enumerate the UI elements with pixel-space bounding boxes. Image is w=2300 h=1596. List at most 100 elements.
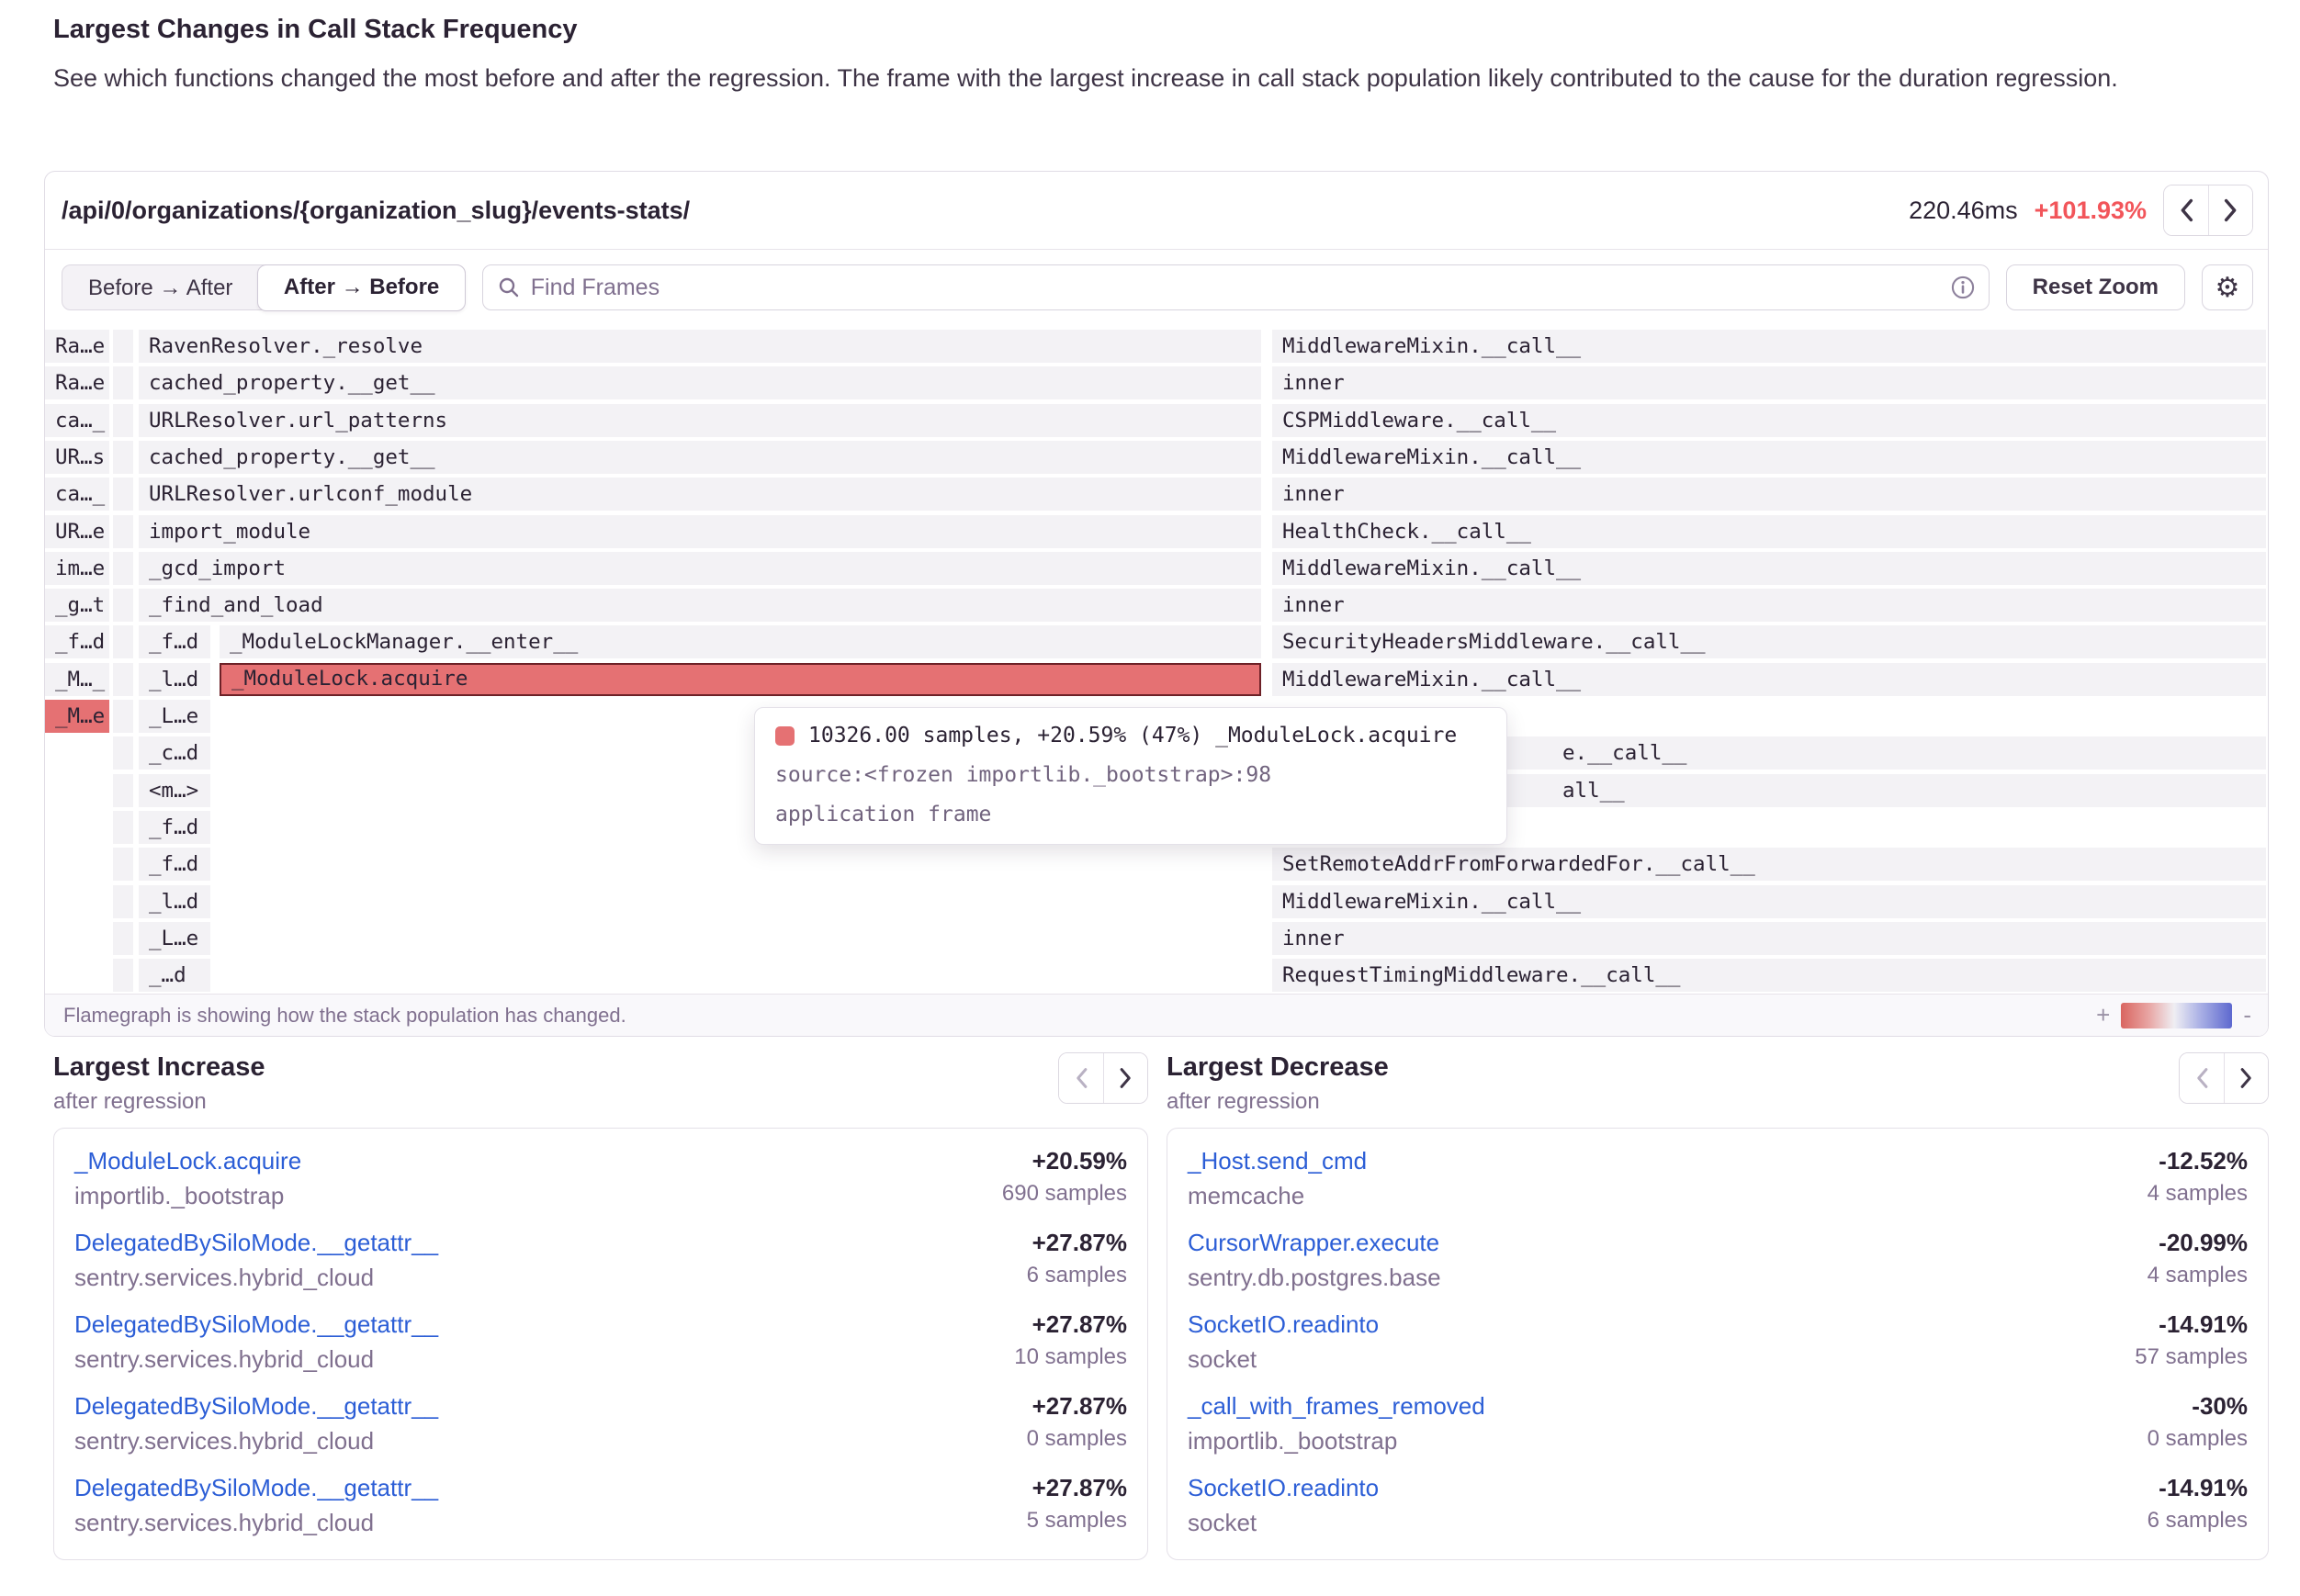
flame-frame-mid[interactable]: _f…d bbox=[139, 625, 210, 658]
flame-frame-left[interactable]: UR…s bbox=[45, 441, 109, 474]
flame-frame-main[interactable]: cached_property.__get__ bbox=[139, 441, 1261, 474]
decrease-previous-button[interactable] bbox=[2180, 1053, 2224, 1103]
toggle-before-after[interactable]: Before → After bbox=[62, 266, 258, 309]
flame-frame-middleware[interactable]: MiddlewareMixin.__call__ bbox=[1272, 552, 2266, 585]
flame-frame-middleware[interactable]: RequestTimingMiddleware.__call__ bbox=[1272, 959, 2266, 992]
flame-frame-narrow[interactable] bbox=[113, 663, 133, 696]
info-icon[interactable] bbox=[1950, 275, 1976, 300]
function-link[interactable]: _call_with_frames_removed bbox=[1188, 1390, 1485, 1422]
flame-frame-main[interactable]: _ModuleLockManager.__enter__ bbox=[220, 625, 1261, 658]
intro: Largest Changes in Call Stack Frequency … bbox=[53, 15, 2221, 97]
flame-frame-left[interactable]: ca…_ bbox=[45, 404, 109, 437]
flame-frame-narrow[interactable] bbox=[113, 848, 133, 881]
flame-frame-narrow[interactable] bbox=[113, 515, 133, 548]
flame-frame-narrow[interactable] bbox=[113, 478, 133, 511]
flame-frame-narrow[interactable] bbox=[113, 885, 133, 918]
flame-frame-narrow[interactable] bbox=[113, 774, 133, 807]
function-link[interactable]: SocketIO.readinto bbox=[1188, 1309, 1379, 1340]
module-label: sentry.services.hybrid_cloud bbox=[74, 1263, 374, 1293]
decrease-subtitle: after regression bbox=[1167, 1089, 1389, 1115]
function-link[interactable]: _ModuleLock.acquire bbox=[74, 1145, 301, 1176]
flame-frame-narrow[interactable] bbox=[113, 736, 133, 770]
flame-frame-middleware[interactable]: inner bbox=[1272, 478, 2266, 511]
flame-frame-middleware[interactable]: MiddlewareMixin.__call__ bbox=[1272, 330, 2266, 363]
legend-plus-label: + bbox=[2096, 1001, 2110, 1029]
flame-frame-narrow[interactable] bbox=[113, 552, 133, 585]
flame-frame-mid[interactable]: _L…e bbox=[139, 700, 210, 733]
flame-frame-narrow[interactable] bbox=[113, 589, 133, 622]
flame-frame-main[interactable]: URLResolver.urlconf_module bbox=[139, 478, 1261, 511]
search-input[interactable] bbox=[531, 275, 1950, 301]
flame-frame-mid[interactable]: _l…d bbox=[139, 885, 210, 918]
flame-frame-narrow[interactable] bbox=[113, 922, 133, 955]
flame-frame-main[interactable]: cached_property.__get__ bbox=[139, 366, 1261, 399]
increase-previous-button[interactable] bbox=[1059, 1053, 1103, 1103]
flame-frame-left[interactable]: _M…_ bbox=[45, 663, 109, 696]
flame-frame-narrow[interactable] bbox=[113, 441, 133, 474]
increase-next-button[interactable] bbox=[1103, 1053, 1147, 1103]
flame-frame-mid[interactable]: _L…e bbox=[139, 922, 210, 955]
function-link[interactable]: DelegatedBySiloMode.__getattr__ bbox=[74, 1227, 438, 1258]
function-link[interactable]: CursorWrapper.execute bbox=[1188, 1227, 1439, 1258]
flame-frame-narrow[interactable] bbox=[113, 404, 133, 437]
flame-frame-narrow[interactable] bbox=[113, 959, 133, 992]
flame-frame-narrow[interactable] bbox=[113, 625, 133, 658]
sample-count: 57 samples bbox=[2135, 1344, 2248, 1375]
flame-frame-narrow[interactable] bbox=[113, 700, 133, 733]
change-percent: +27.87% bbox=[1032, 1229, 1127, 1257]
flame-frame-left[interactable]: ca…_ bbox=[45, 478, 109, 511]
function-change-item: _Host.send_cmd-12.52%memcache4 samples bbox=[1188, 1145, 2248, 1211]
flame-frame-middleware[interactable]: CSPMiddleware.__call__ bbox=[1272, 404, 2266, 437]
flame-frame-mid[interactable]: <m…> bbox=[139, 774, 210, 807]
flame-frame-selected[interactable]: _ModuleLock.acquire bbox=[220, 663, 1261, 696]
flame-frame-middleware[interactable]: MiddlewareMixin.__call__ bbox=[1272, 441, 2266, 474]
flame-frame-mid[interactable]: _l…d bbox=[139, 663, 210, 696]
flame-frame-mid[interactable]: _…d bbox=[139, 959, 210, 992]
toggle-after-before[interactable]: After → Before bbox=[257, 264, 466, 311]
flame-frame-left[interactable]: _M…e bbox=[45, 700, 109, 733]
flame-frame-main[interactable]: RavenResolver._resolve bbox=[139, 330, 1261, 363]
module-label: memcache bbox=[1188, 1181, 1304, 1211]
flame-frame-left[interactable]: im…e bbox=[45, 552, 109, 585]
flame-frame-left[interactable]: _g…t bbox=[45, 589, 109, 622]
function-link[interactable]: _Host.send_cmd bbox=[1188, 1145, 1367, 1176]
function-link[interactable]: SocketIO.readinto bbox=[1188, 1472, 1379, 1503]
settings-button[interactable]: ⚙ bbox=[2202, 264, 2253, 310]
flame-frame-narrow[interactable] bbox=[113, 330, 133, 363]
function-link[interactable]: DelegatedBySiloMode.__getattr__ bbox=[74, 1390, 438, 1422]
flame-frame-narrow[interactable] bbox=[113, 366, 133, 399]
tooltip-source: source:<frozen importlib._bootstrap>:98 bbox=[775, 763, 1486, 787]
tooltip-frame-type: application frame bbox=[775, 803, 1486, 826]
flame-frame-main[interactable]: import_module bbox=[139, 515, 1261, 548]
flame-frame-middleware[interactable]: MiddlewareMixin.__call__ bbox=[1272, 885, 2266, 918]
flame-frame-mid[interactable]: _c…d bbox=[139, 736, 210, 770]
page: Largest Changes in Call Stack Frequency … bbox=[0, 0, 2300, 1596]
flame-frame-mid[interactable]: _f…d bbox=[139, 811, 210, 844]
change-percent: -14.91% bbox=[2159, 1474, 2248, 1502]
flame-frame-main[interactable]: _find_and_load bbox=[139, 589, 1261, 622]
find-frames-search[interactable] bbox=[482, 264, 1990, 310]
flame-frame-middleware[interactable]: HealthCheck.__call__ bbox=[1272, 515, 2266, 548]
previous-endpoint-button[interactable] bbox=[2164, 185, 2208, 235]
flame-frame-left[interactable]: UR…e bbox=[45, 515, 109, 548]
next-endpoint-button[interactable] bbox=[2208, 185, 2252, 235]
flame-frame-middleware[interactable]: MiddlewareMixin.__call__ bbox=[1272, 663, 2266, 696]
flame-frame-main[interactable]: _gcd_import bbox=[139, 552, 1261, 585]
flame-frame-middleware[interactable]: SecurityHeadersMiddleware.__call__ bbox=[1272, 625, 2266, 658]
flame-frame-middleware[interactable]: SetRemoteAddrFromForwardedFor.__call__ bbox=[1272, 848, 2266, 881]
module-label: sentry.db.postgres.base bbox=[1188, 1263, 1441, 1293]
flame-frame-middleware[interactable]: inner bbox=[1272, 589, 2266, 622]
function-link[interactable]: DelegatedBySiloMode.__getattr__ bbox=[74, 1309, 438, 1340]
decrease-next-button[interactable] bbox=[2224, 1053, 2268, 1103]
flame-frame-narrow[interactable] bbox=[113, 811, 133, 844]
flame-frame-left[interactable]: _f…d bbox=[45, 625, 109, 658]
flame-frame-left[interactable]: Ra…e bbox=[45, 330, 109, 363]
flame-frame-main[interactable]: URLResolver.url_patterns bbox=[139, 404, 1261, 437]
flame-frame-middleware[interactable]: inner bbox=[1272, 366, 2266, 399]
flame-frame-left[interactable]: Ra…e bbox=[45, 366, 109, 399]
flame-frame-mid[interactable]: _f…d bbox=[139, 848, 210, 881]
function-link[interactable]: DelegatedBySiloMode.__getattr__ bbox=[74, 1472, 438, 1503]
reset-zoom-button[interactable]: Reset Zoom bbox=[2006, 264, 2185, 310]
flamegraph-canvas[interactable]: Ra…e RavenResolver._resolve MiddlewareMixi… bbox=[45, 328, 2267, 995]
flame-frame-middleware[interactable]: inner bbox=[1272, 922, 2266, 955]
